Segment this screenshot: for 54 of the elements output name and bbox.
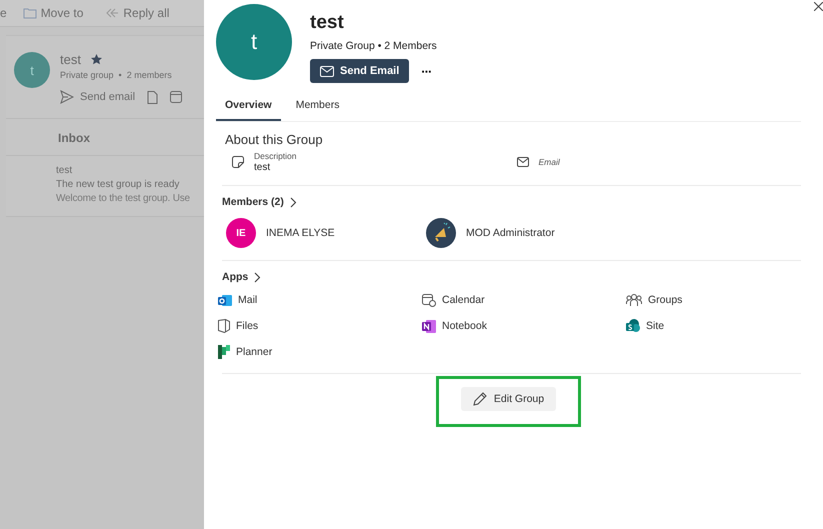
note-icon bbox=[232, 156, 244, 168]
app-link[interactable]: Files bbox=[218, 319, 422, 333]
more-button[interactable]: ··· bbox=[417, 64, 436, 78]
field-label: Email bbox=[538, 157, 560, 167]
mail-icon bbox=[516, 157, 528, 167]
message-sender: test bbox=[56, 164, 74, 178]
members-link[interactable]: Members (2) bbox=[222, 196, 297, 208]
group-avatar: t bbox=[14, 52, 50, 88]
group-avatar: t bbox=[216, 4, 292, 80]
chevron-right-icon bbox=[254, 272, 262, 282]
people-icon bbox=[626, 293, 642, 307]
app-link[interactable]: Mail bbox=[218, 293, 422, 307]
group-subtitle: Private Group • 2 Members bbox=[310, 40, 437, 52]
file-icon[interactable] bbox=[147, 90, 158, 104]
message-subject: The new test group is ready bbox=[56, 178, 180, 192]
star-icon[interactable] bbox=[90, 54, 102, 65]
pencil-icon bbox=[472, 392, 487, 406]
member-name[interactable]: MOD Administrator bbox=[466, 227, 555, 239]
tab[interactable]: Members bbox=[286, 93, 348, 121]
group-name: test bbox=[60, 52, 81, 67]
reply-all-icon bbox=[105, 6, 120, 20]
notebook-app-icon bbox=[422, 320, 436, 332]
apps-link[interactable]: Apps bbox=[222, 271, 262, 283]
tab[interactable]: Overview bbox=[216, 93, 281, 121]
mail-icon bbox=[320, 66, 334, 76]
chevron-right-icon bbox=[290, 196, 297, 208]
separator-dot: • bbox=[118, 70, 122, 80]
planner-app-icon bbox=[218, 345, 230, 359]
folder-icon bbox=[22, 6, 37, 20]
field-value: test bbox=[254, 162, 272, 173]
edit-group-button[interactable]: Edit Group bbox=[460, 387, 556, 411]
send-icon bbox=[60, 90, 74, 104]
app-link[interactable]: Notebook bbox=[422, 319, 626, 333]
app-link[interactable]: Planner bbox=[218, 345, 422, 359]
field-label: Description bbox=[254, 151, 297, 161]
close-icon[interactable] bbox=[814, 2, 823, 11]
folder-heading: Inbox bbox=[6, 118, 204, 156]
calendar-icon bbox=[422, 293, 436, 307]
group-title: test bbox=[310, 12, 345, 34]
section-heading: About this Group bbox=[224, 132, 324, 147]
member-count: 2 members bbox=[126, 70, 172, 80]
member-name[interactable]: INEMA ELYSE bbox=[266, 227, 335, 239]
toolbar-text: e bbox=[0, 6, 7, 20]
member-avatar: IE bbox=[226, 218, 256, 248]
app-link[interactable]: Calendar bbox=[422, 293, 626, 307]
app-link[interactable]: Site bbox=[626, 319, 801, 333]
message-preview: Welcome to the test group. Use bbox=[56, 192, 191, 206]
app-link[interactable]: Groups bbox=[626, 293, 801, 307]
send-email-button[interactable]: Send Email bbox=[310, 59, 410, 83]
calendar-icon[interactable] bbox=[170, 91, 182, 103]
files-icon bbox=[218, 319, 230, 333]
group-privacy: Private group bbox=[60, 70, 114, 80]
mail-app-icon bbox=[218, 294, 232, 306]
site-app-icon bbox=[626, 319, 640, 333]
